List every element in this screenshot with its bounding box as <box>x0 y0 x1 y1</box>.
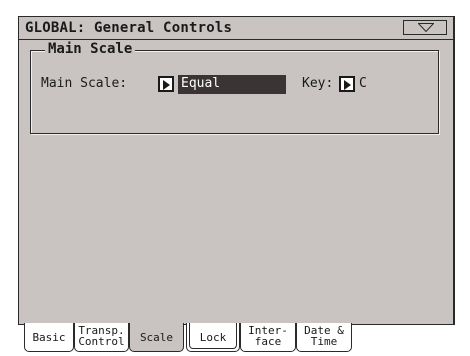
tab-interface[interactable]: Inter- face <box>240 323 296 352</box>
tab-scale[interactable]: Scale <box>129 323 184 352</box>
global-screen: GLOBAL: General Controls Main Scale Main… <box>18 16 455 325</box>
main-scale-arrow-button[interactable] <box>158 76 174 92</box>
triangle-right-icon <box>163 80 170 90</box>
key-label: Key: <box>302 76 334 91</box>
tab-label-line2: Time <box>310 335 338 348</box>
tab-transp-control[interactable]: Transp. Control <box>74 323 129 352</box>
main-scale-group-title: Main Scale <box>45 41 136 57</box>
tab-label: Basic <box>32 331 66 344</box>
tab-bar: Basic Transp. Control Scale Lock Inter- … <box>18 323 438 355</box>
tab-lock[interactable]: Lock <box>186 323 240 352</box>
page-title: GLOBAL: General Controls <box>25 20 233 36</box>
main-scale-label: Main Scale: <box>41 76 128 91</box>
key-value[interactable]: C <box>359 76 367 91</box>
triangle-down-icon <box>418 23 434 32</box>
page-menu-button[interactable] <box>403 20 447 35</box>
tab-label-line2: Control <box>78 335 125 348</box>
tab-label-line2: face <box>254 335 282 348</box>
triangle-right-icon <box>344 80 351 90</box>
key-arrow-button[interactable] <box>339 76 355 92</box>
tab-basic[interactable]: Basic <box>24 323 74 352</box>
title-bar: GLOBAL: General Controls <box>19 17 453 40</box>
main-scale-group: Main Scale Main Scale: Equal Key: C <box>30 41 439 134</box>
tab-lock-frame <box>189 323 237 349</box>
tab-label: Scale <box>139 331 174 344</box>
tab-date-time[interactable]: Date & Time <box>296 323 352 352</box>
main-scale-value[interactable]: Equal <box>178 75 286 94</box>
